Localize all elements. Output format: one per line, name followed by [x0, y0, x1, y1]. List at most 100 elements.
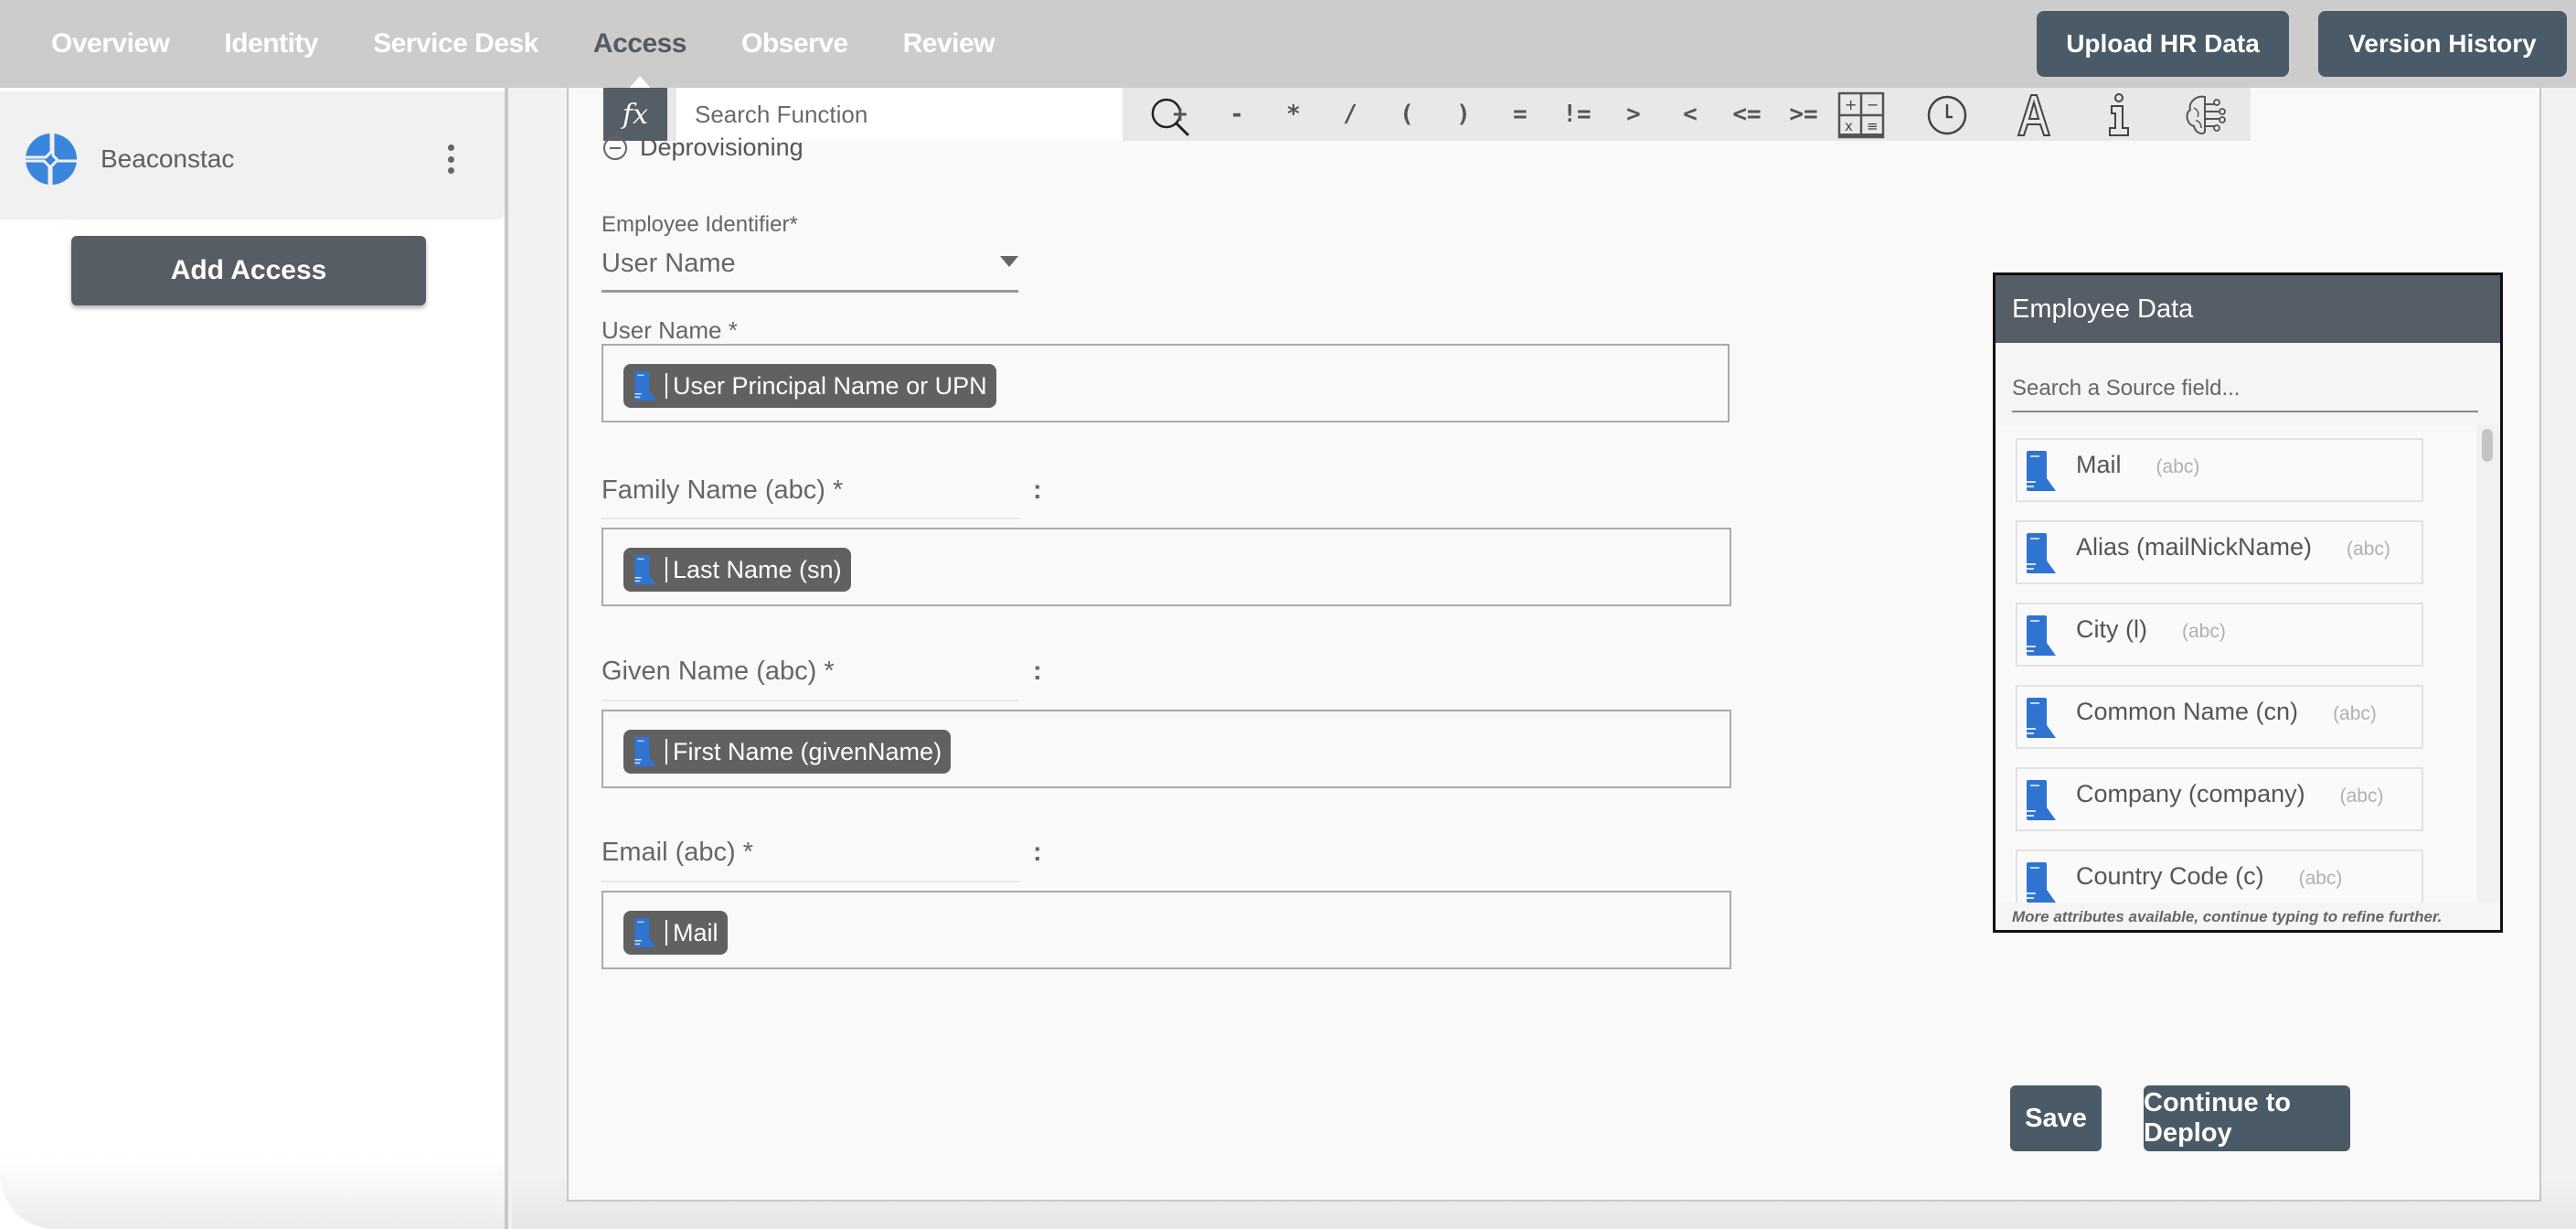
- section-title: Deprovisioning: [640, 134, 804, 161]
- employee-identifier-label: Employee Identifier*: [601, 212, 798, 237]
- source-field-item[interactable]: Country Code (c) (abc): [2016, 850, 2423, 903]
- chip-separator: [665, 739, 667, 764]
- employee-identifier-select[interactable]: User Name: [601, 245, 1018, 293]
- source-field-search-input[interactable]: [2012, 367, 2478, 412]
- section-header-deprovisioning: Deprovisioning: [603, 134, 804, 162]
- scrollbar-thumb[interactable]: [2482, 429, 2493, 462]
- email-drop-field[interactable]: Mail: [601, 891, 1731, 969]
- field-type: (abc): [2333, 703, 2377, 724]
- chip-separator: [665, 920, 667, 946]
- nav-tab-review[interactable]: Review: [903, 28, 995, 59]
- chip-label: First Name (givenName): [673, 737, 942, 765]
- source-attribute-icon: [2027, 533, 2056, 573]
- field-type: (abc): [2347, 539, 2390, 560]
- ai-brain-icon[interactable]: [2181, 91, 2229, 139]
- label-underline: [601, 881, 1018, 882]
- operator-button[interactable]: <: [1662, 101, 1719, 128]
- source-attribute-icon: [2027, 780, 2056, 820]
- text-format-icon[interactable]: [2009, 91, 2057, 139]
- operator-button[interactable]: +: [1152, 101, 1208, 128]
- source-field-name: Company (company) (abc): [2076, 780, 2383, 808]
- operator-button[interactable]: !=: [1549, 101, 1605, 128]
- save-button[interactable]: Save: [2010, 1085, 2102, 1151]
- source-field-item[interactable]: Common Name (cn) (abc): [2016, 685, 2423, 749]
- operator-button[interactable]: *: [1265, 101, 1322, 128]
- top-navigation-bar: Overview Identity Service Desk Access Ob…: [0, 0, 2576, 88]
- org-card[interactable]: Beaconstac: [0, 91, 505, 219]
- employee-data-title: Employee Data: [1996, 275, 2500, 343]
- add-access-button[interactable]: Add Access: [71, 236, 426, 305]
- chip-label: User Principal Name or UPN: [673, 371, 987, 400]
- chip-label: Mail: [673, 918, 719, 946]
- source-field-name: Common Name (cn) (abc): [2076, 698, 2377, 726]
- source-attribute-icon: [2027, 615, 2056, 656]
- source-field-name: Mail (abc): [2076, 451, 2199, 479]
- source-field-item[interactable]: Mail (abc): [2016, 438, 2423, 502]
- source-field-item[interactable]: City (l) (abc): [2016, 603, 2423, 667]
- nav-tab-access[interactable]: Access: [593, 28, 687, 59]
- operator-button[interactable]: =: [1492, 101, 1549, 128]
- operator-button[interactable]: <=: [1719, 101, 1775, 128]
- user-name-label: User Name *: [601, 316, 738, 344]
- nav-tab-identity[interactable]: Identity: [224, 28, 318, 59]
- chevron-down-icon: [1000, 256, 1018, 267]
- source-attribute-icon: [631, 918, 660, 947]
- info-icon[interactable]: [2095, 91, 2143, 139]
- operator-button[interactable]: >=: [1775, 101, 1832, 128]
- operator-button[interactable]: /: [1322, 101, 1378, 128]
- source-attribute-icon: [2027, 451, 2056, 491]
- source-field-name: Country Code (c) (abc): [2076, 862, 2342, 891]
- nav-tab-service-desk[interactable]: Service Desk: [373, 28, 538, 59]
- employee-identifier-value: User Name: [601, 249, 736, 278]
- source-field-item[interactable]: Alias (mailNickName) (abc): [2016, 520, 2423, 584]
- chip-label: Last Name (sn): [673, 555, 842, 583]
- field-type: (abc): [2298, 868, 2343, 889]
- mapping-separator: :: [1033, 476, 1042, 505]
- field-name: Alias (mailNickName): [2076, 533, 2313, 561]
- nav-tab-overview[interactable]: Overview: [51, 28, 170, 59]
- field-name: Common Name (cn): [2076, 698, 2299, 725]
- collapse-icon[interactable]: [603, 135, 627, 160]
- field-name: Country Code (c): [2076, 862, 2264, 890]
- family-name-label: Family Name (abc) *: [601, 476, 844, 505]
- operator-button[interactable]: (: [1378, 101, 1435, 128]
- given-name-drop-field[interactable]: First Name (givenName): [601, 710, 1731, 788]
- more-attributes-hint: More attributes available, continue typi…: [2012, 908, 2443, 925]
- org-name: Beaconstac: [101, 144, 235, 173]
- field-type: (abc): [2339, 785, 2384, 807]
- source-field-item[interactable]: Company (company) (abc): [2016, 767, 2423, 831]
- mapped-attribute-chip[interactable]: Mail: [623, 911, 728, 955]
- version-history-button[interactable]: Version History: [2318, 11, 2567, 77]
- clock-icon[interactable]: [1923, 91, 1971, 139]
- svg-text:+: +: [1845, 96, 1857, 113]
- source-field-name: Alias (mailNickName) (abc): [2076, 533, 2390, 561]
- scrollbar[interactable]: [2476, 425, 2500, 903]
- org-logo-icon: [26, 134, 77, 185]
- mapped-attribute-chip[interactable]: Last Name (sn): [623, 548, 851, 592]
- sidebar: Beaconstac Add Access: [0, 88, 508, 1229]
- formula-toolbar: fx +-*/()=!=><<=>= + − x ≡: [603, 88, 2251, 141]
- label-underline: [601, 518, 1018, 519]
- family-name-drop-field[interactable]: Last Name (sn): [601, 528, 1731, 606]
- svg-text:≡: ≡: [1867, 118, 1879, 134]
- chip-separator: [665, 373, 667, 399]
- source-attribute-icon: [2027, 862, 2056, 903]
- operator-button[interactable]: ): [1435, 101, 1492, 128]
- source-attribute-icon: [631, 371, 660, 401]
- operator-button[interactable]: -: [1208, 101, 1265, 128]
- field-name: City (l): [2076, 615, 2147, 643]
- continue-to-deploy-button[interactable]: Continue to Deploy: [2144, 1085, 2350, 1151]
- chip-separator: [665, 557, 667, 582]
- operator-button[interactable]: >: [1605, 101, 1662, 128]
- mapped-attribute-chip[interactable]: User Principal Name or UPN: [623, 364, 996, 408]
- nav-tab-observe[interactable]: Observe: [741, 28, 848, 59]
- source-attribute-icon: [631, 555, 660, 584]
- calculator-icon[interactable]: + − x ≡: [1837, 91, 1885, 139]
- upload-hr-data-button[interactable]: Upload HR Data: [2037, 11, 2289, 77]
- more-options-icon[interactable]: [444, 144, 457, 174]
- user-name-drop-field[interactable]: User Principal Name or UPN: [601, 344, 1730, 422]
- field-name: Company (company): [2076, 780, 2305, 807]
- mapped-attribute-chip[interactable]: First Name (givenName): [623, 730, 952, 774]
- mapping-separator: :: [1033, 838, 1042, 867]
- field-type: (abc): [2181, 621, 2226, 642]
